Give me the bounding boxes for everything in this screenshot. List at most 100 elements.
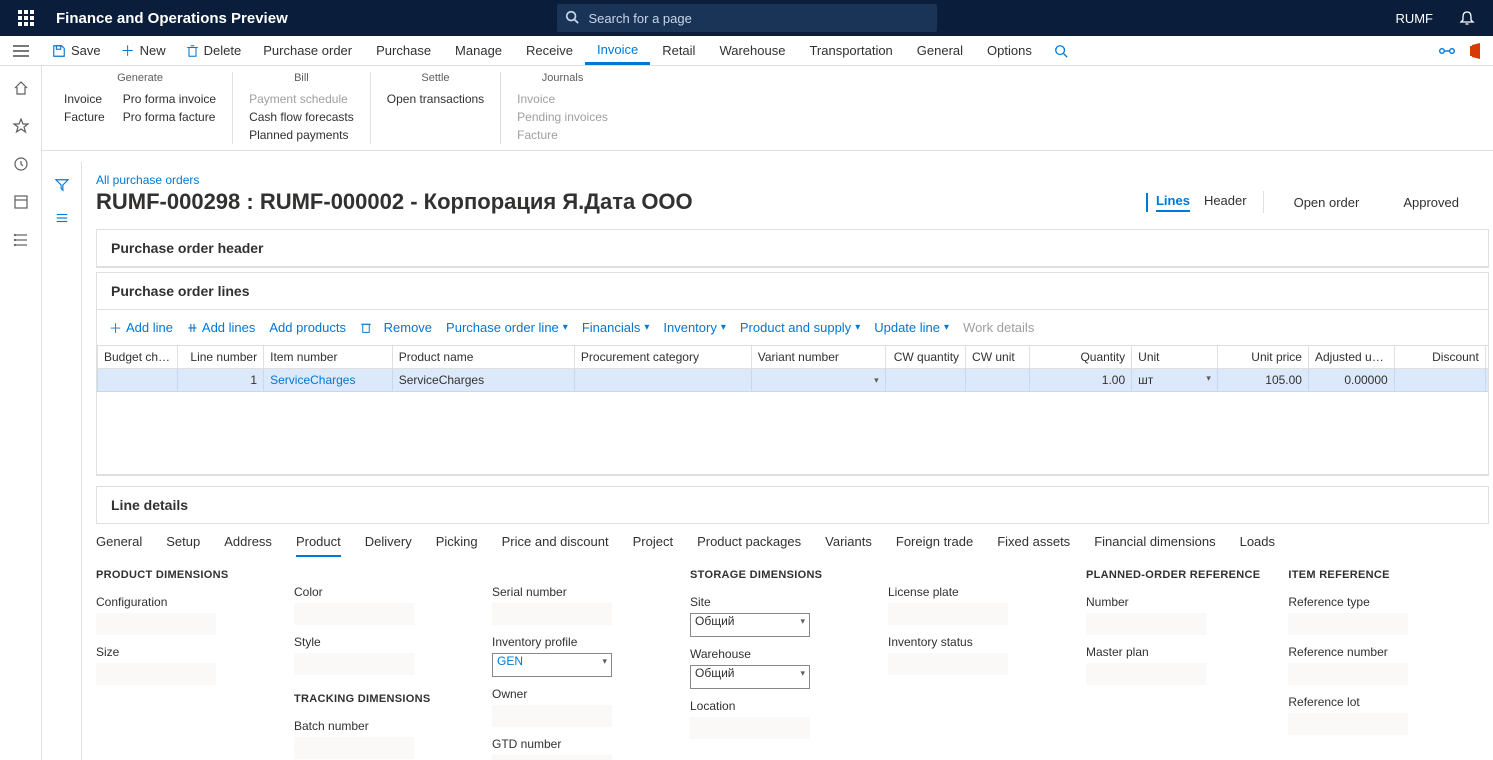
po-line-menu[interactable]: Purchase order line ▾ (446, 320, 568, 335)
ld-tab-product-packages[interactable]: Product packages (697, 534, 801, 557)
col-discount-percent[interactable]: Discount percent (1485, 346, 1488, 369)
cell-unit[interactable]: шт▾ (1132, 369, 1218, 392)
office-icon[interactable] (1469, 43, 1483, 59)
col-procurement[interactable]: Procurement category (574, 346, 751, 369)
ld-tab-variants[interactable]: Variants (825, 534, 872, 557)
tab-general[interactable]: General (905, 36, 975, 65)
home-icon[interactable] (13, 80, 29, 96)
delete-button[interactable]: Delete (176, 36, 252, 65)
ld-tab-foreign-trade[interactable]: Foreign trade (896, 534, 973, 557)
cell-procurement[interactable] (574, 369, 751, 392)
ribbon-open-transactions[interactable]: Open transactions (387, 90, 484, 108)
section-head[interactable]: Line details (96, 486, 1489, 524)
select-inventory-profile[interactable]: GEN▾ (492, 653, 612, 677)
grid-scroll[interactable]: Budget check r... Line number Item numbe… (97, 345, 1488, 475)
field-size[interactable] (96, 663, 216, 685)
select-warehouse[interactable]: Общий▾ (690, 665, 810, 689)
field-style[interactable] (294, 653, 414, 675)
col-cw-qty[interactable]: CW quantity (885, 346, 965, 369)
field-location[interactable] (690, 717, 810, 739)
ld-tab-product[interactable]: Product (296, 534, 341, 557)
tab-purchase[interactable]: Purchase (364, 36, 443, 65)
ld-tab-setup[interactable]: Setup (166, 534, 200, 557)
col-product-name[interactable]: Product name (392, 346, 574, 369)
filter-icon[interactable] (55, 178, 69, 192)
tab-manage[interactable]: Manage (443, 36, 514, 65)
field-number[interactable] (1086, 613, 1206, 635)
field-serial-number[interactable] (492, 603, 612, 625)
new-button[interactable]: ＋ New (111, 36, 176, 65)
cell-item-number[interactable]: ServiceCharges (264, 369, 393, 392)
col-discount[interactable]: Discount (1394, 346, 1485, 369)
tab-retail[interactable]: Retail (650, 36, 707, 65)
star-icon[interactable] (13, 118, 29, 134)
cell-discount-pct[interactable] (1485, 369, 1488, 392)
col-line-number[interactable]: Line number (178, 346, 264, 369)
table-row[interactable]: 1 ServiceCharges ServiceCharges ▾ 1.00 ш… (98, 369, 1489, 392)
cell-adjusted-price[interactable]: 0.00000 (1308, 369, 1394, 392)
field-configuration[interactable] (96, 613, 216, 635)
add-line-button[interactable]: ＋Add line (109, 318, 173, 337)
user-label[interactable]: RUMF (1395, 11, 1433, 26)
col-adjusted-price[interactable]: Adjusted unit p... (1308, 346, 1394, 369)
cell-variant[interactable]: ▾ (751, 369, 885, 392)
col-unit-price[interactable]: Unit price (1217, 346, 1308, 369)
field-master-plan[interactable] (1086, 663, 1206, 685)
ld-tab-picking[interactable]: Picking (436, 534, 478, 557)
notifications-icon[interactable] (1449, 0, 1485, 36)
field-reference-type[interactable] (1288, 613, 1408, 635)
ld-tab-address[interactable]: Address (224, 534, 272, 557)
ld-tab-fixed-assets[interactable]: Fixed assets (997, 534, 1070, 557)
field-license-plate[interactable] (888, 603, 1008, 625)
search-input[interactable] (557, 4, 937, 32)
tab-invoice[interactable]: Invoice (585, 36, 650, 65)
ribbon-invoice[interactable]: Invoice (64, 90, 105, 108)
tab-warehouse[interactable]: Warehouse (707, 36, 797, 65)
cell-discount[interactable] (1394, 369, 1485, 392)
field-batch-number[interactable] (294, 737, 414, 759)
ribbon-proforma-facture[interactable]: Pro forma facture (123, 108, 216, 126)
field-color[interactable] (294, 603, 414, 625)
remove-button[interactable]: Remove (360, 320, 432, 335)
cell-product-name[interactable]: ServiceCharges (392, 369, 574, 392)
cell-unit-price[interactable]: 105.00 (1217, 369, 1308, 392)
field-reference-number[interactable] (1288, 663, 1408, 685)
ld-tab-price-discount[interactable]: Price and discount (502, 534, 609, 557)
connector-icon[interactable] (1439, 46, 1455, 56)
nav-toggle-icon[interactable] (0, 36, 42, 66)
section-po-header[interactable]: Purchase order header (96, 229, 1489, 268)
col-variant[interactable]: Variant number (751, 346, 885, 369)
field-owner[interactable] (492, 705, 612, 727)
ribbon-cash-flow[interactable]: Cash flow forecasts (249, 108, 354, 126)
cell-cw-unit[interactable] (966, 369, 1030, 392)
tab-receive[interactable]: Receive (514, 36, 585, 65)
ld-tab-project[interactable]: Project (633, 534, 673, 557)
ribbon-facture[interactable]: Facture (64, 108, 105, 126)
field-reference-lot[interactable] (1288, 713, 1408, 735)
save-button[interactable]: Save (42, 36, 111, 65)
view-header[interactable]: Header (1204, 193, 1247, 212)
modules-icon[interactable] (13, 232, 29, 248)
cell-cw-qty[interactable] (885, 369, 965, 392)
col-qty[interactable]: Quantity (1030, 346, 1132, 369)
select-site[interactable]: Общий▾ (690, 613, 810, 637)
col-cw-unit[interactable]: CW unit (966, 346, 1030, 369)
ld-tab-financial-dimensions[interactable]: Financial dimensions (1094, 534, 1215, 557)
recent-icon[interactable] (13, 156, 29, 172)
field-gtd-number[interactable] (492, 755, 612, 760)
ld-tab-loads[interactable]: Loads (1240, 534, 1275, 557)
add-products-button[interactable]: Add products (269, 320, 346, 335)
product-supply-menu[interactable]: Product and supply ▾ (740, 320, 860, 335)
field-inventory-status[interactable] (888, 653, 1008, 675)
tab-options[interactable]: Options (975, 36, 1044, 65)
section-head[interactable]: Purchase order lines (97, 273, 1488, 310)
inventory-menu[interactable]: Inventory ▾ (663, 320, 726, 335)
update-line-menu[interactable]: Update line ▾ (874, 320, 949, 335)
app-launcher-icon[interactable] (8, 0, 44, 36)
workspace-icon[interactable] (13, 194, 29, 210)
view-lines[interactable]: Lines (1156, 193, 1190, 212)
cell-line-number[interactable]: 1 (178, 369, 264, 392)
ld-tab-general[interactable]: General (96, 534, 142, 557)
related-icon[interactable] (55, 212, 69, 224)
search-action-icon[interactable] (1044, 36, 1078, 65)
